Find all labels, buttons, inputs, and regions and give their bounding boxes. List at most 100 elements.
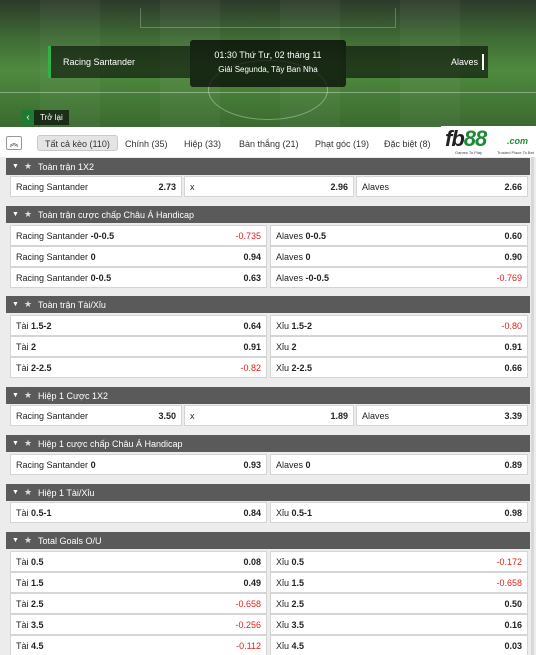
tab-main[interactable]: Chính (35) [125, 136, 168, 152]
odds-cell[interactable]: Xỉu 2-2.5 0.66 [270, 357, 528, 378]
tab-all[interactable]: Tất cả kèo (110) [37, 135, 118, 151]
odds-cell[interactable]: Racing Santander 3.50 [10, 405, 182, 426]
selection-label: Tài [16, 619, 29, 630]
selection-name: Tài 2.5 [16, 599, 44, 609]
star-icon[interactable]: ★ [24, 390, 32, 401]
odds-cell[interactable]: Alaves 0 0.89 [270, 454, 528, 475]
match-league: Giải Segunda, Tây Ban Nha [218, 65, 318, 74]
star-icon[interactable]: ★ [24, 487, 32, 498]
selection-name: Tài 1.5-2 [16, 321, 52, 331]
odds-cell[interactable]: Tài 2-2.5 -0.82 [10, 357, 267, 378]
odds-cell[interactable]: Racing Santander -0-0.5 -0.735 [10, 225, 267, 246]
selection-label: Tài [16, 556, 29, 567]
selection-name: Xỉu 2 [276, 342, 297, 352]
star-icon[interactable]: ★ [24, 299, 32, 310]
odds-cell[interactable]: Xỉu 0.5 -0.172 [270, 551, 528, 572]
odds-value: 0.64 [243, 320, 261, 331]
odds-cell[interactable]: Xỉu 2 0.91 [270, 336, 528, 357]
odds-cell[interactable]: Racing Santander 2.73 [10, 176, 182, 197]
selection-name: Tài 0.5 [16, 557, 44, 567]
odds-cell[interactable]: Tài 0.5-1 0.84 [10, 502, 267, 523]
selection-label: Xỉu [276, 598, 290, 609]
chevron-down-icon: ▼ [12, 489, 19, 496]
star-icon[interactable]: ★ [24, 438, 32, 449]
selection-label: Alaves [276, 230, 304, 241]
section-header[interactable]: ▼ ★ Hiệp 1 cược chấp Châu Á Handicap [6, 435, 530, 452]
section-header[interactable]: ▼ ★ Total Goals O/U [6, 532, 530, 549]
collapse-all-icon[interactable]: ︽ [6, 136, 22, 150]
star-icon[interactable]: ★ [24, 161, 32, 172]
odds-value: -0.112 [236, 640, 261, 651]
section-header[interactable]: ▼ ★ Toàn trận 1X2 [6, 158, 530, 175]
odds-cell[interactable]: Tài 1.5-2 0.64 [10, 315, 267, 336]
odds-cell[interactable]: Alaves 0 0.90 [270, 246, 528, 267]
match-header: Racing Santander 01:30 Thứ Tư, 02 tháng … [0, 0, 536, 127]
selection-line: 3.5 [291, 619, 305, 630]
odds-cell[interactable]: Xỉu 0.5-1 0.98 [270, 502, 528, 523]
odds-cell[interactable]: Xỉu 1.5 -0.658 [270, 572, 528, 593]
selection-name: Tài 1.5 [16, 578, 44, 588]
selection-name: Xỉu 1.5-2 [276, 321, 312, 331]
logo-tagline: Trusted Place To Bet [497, 150, 534, 155]
chevron-down-icon: ▼ [12, 392, 19, 399]
section-header[interactable]: ▼ ★ Toàn trận cược chấp Châu Á Handicap [6, 206, 530, 223]
odds-value: -0.172 [496, 556, 522, 567]
selection-name: Tài 2-2.5 [16, 363, 52, 373]
odds-value: 0.49 [243, 577, 261, 588]
selection-name: Xỉu 3.5 [276, 620, 304, 630]
odds-cell[interactable]: Racing Santander 0-0.5 0.63 [10, 267, 267, 288]
tab-half[interactable]: Hiệp (33) [184, 136, 221, 152]
selection-label: Racing Santander [16, 272, 89, 283]
odds-cell[interactable]: Tài 3.5 -0.256 [10, 614, 267, 635]
chevron-down-icon: ▼ [12, 211, 19, 218]
selection-label: Racing Santander [16, 459, 89, 470]
selection-label: Alaves [276, 272, 304, 283]
section-header[interactable]: ▼ ★ Hiệp 1 Tài/Xỉu [6, 484, 530, 501]
selection-name: Alaves 0 [276, 460, 311, 470]
section-header[interactable]: ▼ ★ Toàn trận Tài/Xỉu [6, 296, 530, 313]
selection-label: Tài [16, 577, 29, 588]
selection-line: 0-0.5 [90, 272, 112, 283]
odds-cell[interactable]: x 1.89 [184, 405, 354, 426]
odds-value: -0.735 [235, 230, 261, 241]
odds-cell[interactable]: Racing Santander 0 0.94 [10, 246, 267, 267]
odds-cell[interactable]: Racing Santander 0 0.93 [10, 454, 267, 475]
odds-cell[interactable]: Xỉu 4.5 0.03 [270, 635, 528, 655]
section-header[interactable]: ▼ ★ Hiệp 1 Cược 1X2 [6, 387, 530, 404]
selection-name: Tài 4.5 [16, 641, 44, 651]
selection-name: Xỉu 0.5-1 [276, 508, 312, 518]
odds-value: -0.80 [501, 320, 522, 331]
odds-cell[interactable]: Xỉu 1.5-2 -0.80 [270, 315, 528, 336]
odds-cell[interactable]: x 2.96 [184, 176, 354, 197]
odds-cell[interactable]: Alaves 2.66 [356, 176, 528, 197]
star-icon[interactable]: ★ [24, 535, 32, 546]
odds-cell[interactable]: Alaves 3.39 [356, 405, 528, 426]
scrollbar[interactable] [531, 157, 534, 655]
selection-label: Alaves [276, 251, 304, 262]
odds-cell[interactable]: Tài 0.5 0.08 [10, 551, 267, 572]
selection-name: Xỉu 0.5 [276, 557, 304, 567]
odds-cell[interactable]: Tài 2 0.91 [10, 336, 267, 357]
selection-line: 0.5 [31, 556, 44, 567]
odds-cell[interactable]: Tài 2.5 -0.658 [10, 593, 267, 614]
odds-cell[interactable]: Tài 4.5 -0.112 [10, 635, 267, 655]
tab-corners[interactable]: Phạt góc (19) [315, 136, 369, 152]
selection-label: Racing Santander [16, 230, 89, 241]
selection-label: Xỉu [276, 619, 290, 630]
odds-cell[interactable]: Xỉu 3.5 0.16 [270, 614, 528, 635]
odds-value: 0.50 [504, 598, 522, 609]
odds-cell[interactable]: Xỉu 2.5 0.50 [270, 593, 528, 614]
selection-name: Xỉu 2.5 [276, 599, 304, 609]
tab-special[interactable]: Đặc biệt (8) [384, 136, 431, 152]
section-title: Hiệp 1 Cược 1X2 [38, 390, 108, 401]
odds-cell[interactable]: Alaves -0-0.5 -0.769 [270, 267, 528, 288]
back-button[interactable]: ‹ Trở lại [22, 110, 69, 125]
logo-domain: .com [507, 136, 529, 146]
odds-cell[interactable]: Tài 1.5 0.49 [10, 572, 267, 593]
star-icon[interactable]: ★ [24, 209, 32, 220]
odds-value: 0.66 [504, 362, 522, 373]
selection-line: -0-0.5 [305, 272, 330, 283]
tab-goals[interactable]: Bàn thắng (21) [239, 136, 299, 152]
odds-cell[interactable]: Alaves 0-0.5 0.60 [270, 225, 528, 246]
odds-value: -0.658 [496, 577, 522, 588]
